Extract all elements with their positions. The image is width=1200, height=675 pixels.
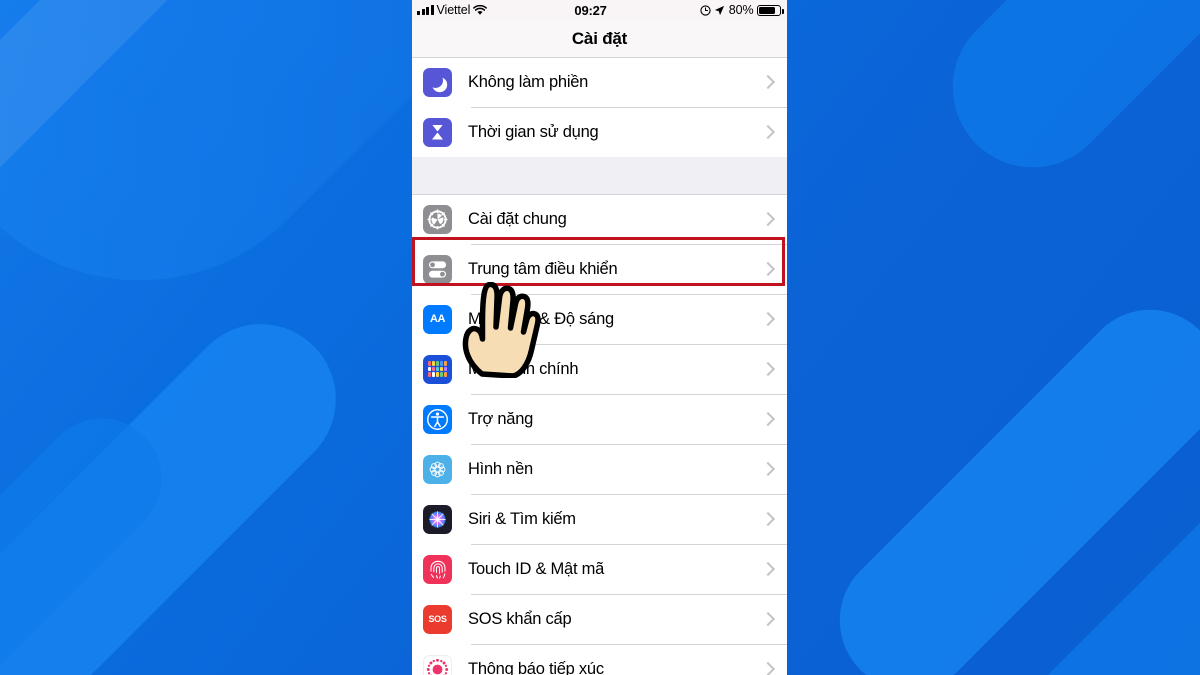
chevron-right-icon xyxy=(763,463,771,476)
chevron-right-icon xyxy=(763,563,771,576)
list-item-label: SOS khẩn cấp xyxy=(468,609,572,628)
fingerprint-icon xyxy=(423,554,452,584)
battery-icon xyxy=(757,4,784,16)
settings-section-focus: Không làm phiền Thời gian sử dụng xyxy=(412,57,787,157)
list-item-wallpaper[interactable]: Hình nền xyxy=(412,444,787,494)
chevron-right-icon xyxy=(763,263,771,276)
list-item-label: Cài đặt chung xyxy=(468,209,567,228)
status-bar: Viettel 09:27 80% xyxy=(412,0,787,20)
accessibility-icon xyxy=(423,404,452,434)
list-item-label: Hình nền xyxy=(468,459,533,478)
siri-orb-icon xyxy=(423,504,452,534)
control-center-toggles-icon xyxy=(423,254,452,284)
list-item-general[interactable]: Cài đặt chung xyxy=(412,194,787,244)
status-bar-right: 80% xyxy=(700,3,784,17)
list-item-screen-time[interactable]: Thời gian sử dụng xyxy=(412,107,787,157)
status-bar-left: Viettel xyxy=(417,3,488,17)
settings-section-system: Cài đặt chung Trung tâm điều khiển AA Mà… xyxy=(412,194,787,675)
wifi-icon xyxy=(473,4,488,15)
list-item-label: Thời gian sử dụng xyxy=(468,122,599,141)
list-item-siri-search[interactable]: Siri & Tìm kiếm xyxy=(412,494,787,544)
chevron-right-icon xyxy=(763,313,771,326)
list-item-label: Không làm phiền xyxy=(468,72,589,91)
list-item-label: Trợ năng xyxy=(468,409,534,428)
wallpaper-flower-icon xyxy=(423,454,452,484)
list-item-accessibility[interactable]: Trợ năng xyxy=(412,394,787,444)
exposure-notification-icon xyxy=(423,654,452,675)
display-aa-icon: AA xyxy=(423,304,452,334)
carrier-label: Viettel xyxy=(436,3,471,17)
battery-percent-label: 80% xyxy=(728,3,754,17)
gear-icon xyxy=(423,204,452,234)
list-item-label: Trung tâm điều khiển xyxy=(468,259,618,278)
location-arrow-icon xyxy=(715,5,725,15)
list-item-touch-id-passcode[interactable]: Touch ID & Mật mã xyxy=(412,544,787,594)
chevron-right-icon xyxy=(763,126,771,139)
chevron-right-icon xyxy=(763,613,771,626)
home-screen-grid-icon xyxy=(423,354,452,384)
wallpaper-capsule-top-right xyxy=(919,0,1200,201)
hourglass-icon xyxy=(423,117,452,147)
list-item-label: Siri & Tìm kiếm xyxy=(468,509,576,528)
moon-icon xyxy=(423,67,452,97)
status-bar-time: 09:27 xyxy=(574,2,607,18)
chevron-right-icon xyxy=(763,513,771,526)
chevron-right-icon xyxy=(763,213,771,226)
list-item-exposure-notifications[interactable]: Thông báo tiếp xúc xyxy=(412,644,787,675)
list-item-do-not-disturb[interactable]: Không làm phiền xyxy=(412,57,787,107)
list-item-label: Touch ID & Mật mã xyxy=(468,559,605,578)
alarm-clock-icon xyxy=(700,4,711,16)
chevron-right-icon xyxy=(763,413,771,426)
chevron-right-icon xyxy=(763,363,771,376)
chevron-right-icon xyxy=(763,76,771,89)
pointing-hand-cursor xyxy=(455,281,541,383)
list-item-emergency-sos[interactable]: SOS SOS khẩn cấp xyxy=(412,594,787,644)
section-separator xyxy=(412,157,787,194)
chevron-right-icon xyxy=(763,663,771,675)
signal-bars-icon xyxy=(417,5,434,15)
page-title: Cài đặt xyxy=(412,20,787,57)
list-item-label: Thông báo tiếp xúc xyxy=(468,659,604,675)
sos-icon: SOS xyxy=(423,604,452,634)
